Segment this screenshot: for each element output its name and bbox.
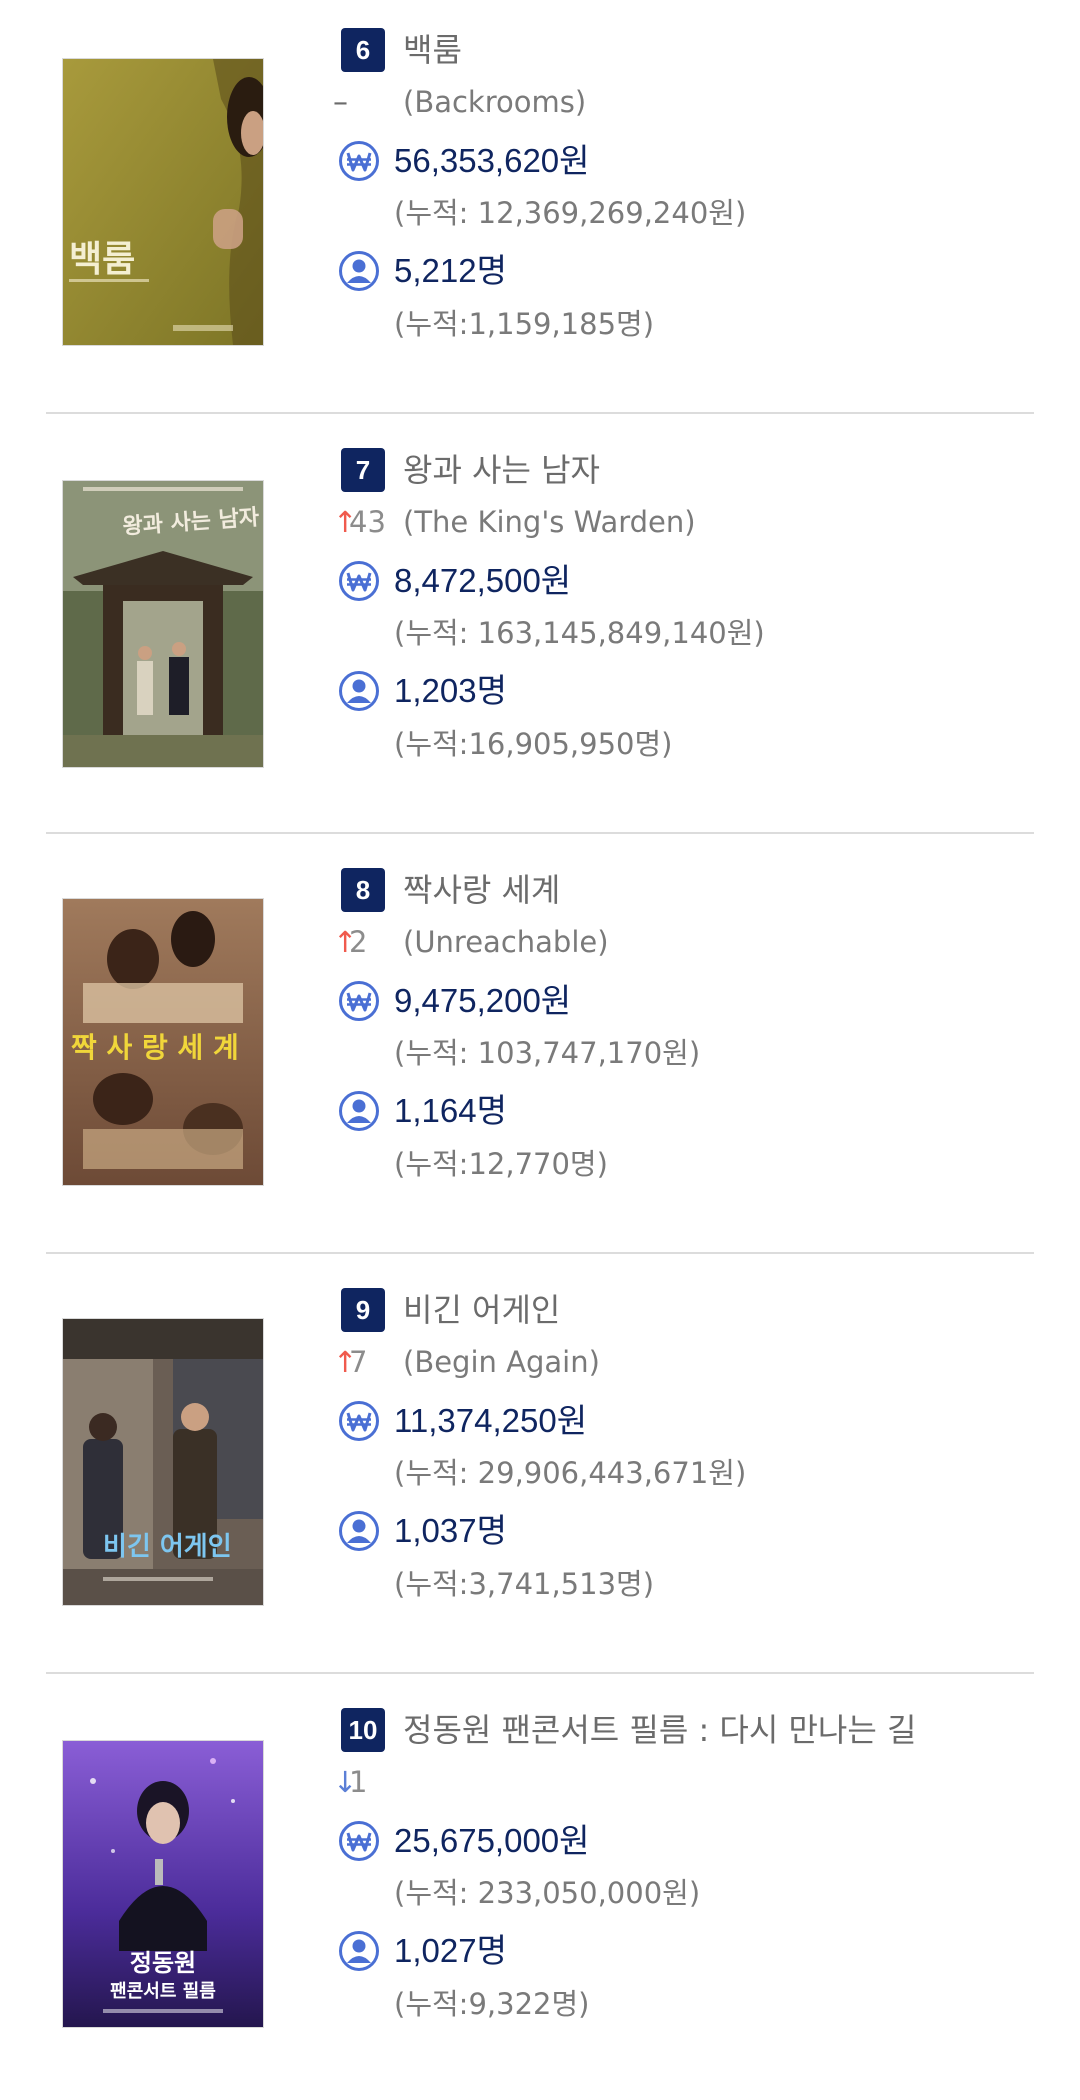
no-change-icon: – — [333, 85, 348, 120]
list-item[interactable]: 왕과 사는 남자 7 왕과 사는 남자 ↑43 (The King's Ward… — [0, 420, 1080, 840]
cumulative-audience: (누적:1,159,185명) — [394, 307, 655, 341]
won-icon — [339, 1821, 379, 1861]
rank-badge: 8 — [341, 868, 385, 912]
poster-title: 정동원 — [130, 1948, 196, 1977]
movie-poster[interactable]: 짝 사 랑 세 계 — [62, 898, 264, 1186]
rank-badge: 10 — [341, 1708, 385, 1752]
daily-audience: 1,027명 — [394, 1932, 507, 1969]
list-item[interactable]: 정동원 팬콘서트 필름 10 정동원 팬콘서트 필름 : 다시 만나는 길 ↓1… — [0, 1680, 1080, 2100]
movie-poster[interactable]: 왕과 사는 남자 — [62, 480, 264, 768]
rank-change-value: 2 — [349, 925, 368, 959]
rank-badge: 9 — [341, 1288, 385, 1332]
divider — [46, 832, 1034, 834]
cumulative-revenue: (누적: 163,145,849,140원) — [394, 616, 765, 650]
arrow-up-icon: ↑ — [333, 1345, 358, 1379]
divider — [46, 1252, 1034, 1254]
arrow-up-icon: ↑ — [333, 925, 358, 959]
movie-title-korean[interactable]: 왕과 사는 남자 — [403, 448, 600, 492]
daily-audience: 1,203명 — [394, 672, 507, 709]
cumulative-revenue: (누적: 233,050,000원) — [394, 1876, 701, 1910]
daily-audience: 1,164명 — [394, 1092, 507, 1129]
rank-change-value: 1 — [349, 1765, 368, 1799]
movie-title-english: (Backrooms) — [403, 85, 587, 119]
movie-title-english: (Begin Again) — [403, 1345, 600, 1379]
divider — [46, 1672, 1034, 1674]
won-icon — [339, 141, 379, 181]
movie-title-korean[interactable]: 비긴 어게인 — [403, 1288, 560, 1332]
daily-revenue: 56,353,620원 — [394, 142, 590, 179]
person-icon — [339, 671, 379, 711]
rank-change: ↑7 — [333, 1342, 403, 1382]
arrow-up-icon: ↑ — [333, 505, 358, 539]
rank-badge: 6 — [341, 28, 385, 72]
list-item[interactable]: 백룸 6 백룸 – (Backrooms) 56,353,620원 (누적: 1… — [0, 0, 1080, 420]
daily-audience: 1,037명 — [394, 1512, 507, 1549]
daily-revenue: 9,475,200원 — [394, 982, 572, 1019]
poster-title: 짝 사 랑 세 계 — [71, 1031, 239, 1064]
poster-title: 비긴 어게인 — [103, 1532, 232, 1562]
cumulative-audience: (누적:16,905,950명) — [394, 727, 673, 761]
list-item[interactable]: 비긴 어게인 9 비긴 어게인 ↑7 (Begin Again) 11,374,… — [0, 1260, 1080, 1680]
rank-change: ↑2 — [333, 922, 403, 962]
won-icon — [339, 1401, 379, 1441]
box-office-list: 백룸 6 백룸 – (Backrooms) 56,353,620원 (누적: 1… — [0, 0, 1080, 2080]
divider — [46, 412, 1034, 414]
person-icon — [339, 1511, 379, 1551]
rank-change-value: 7 — [349, 1345, 368, 1379]
poster-subtitle: 팬콘서트 필름 — [110, 1981, 216, 2002]
cumulative-revenue: (누적: 12,369,269,240원) — [394, 196, 747, 230]
cumulative-audience: (누적:12,770명) — [394, 1147, 608, 1181]
cumulative-audience: (누적:3,741,513명) — [394, 1567, 655, 1601]
movie-title-korean[interactable]: 정동원 팬콘서트 필름 : 다시 만나는 길 — [403, 1708, 916, 1752]
cumulative-revenue: (누적: 29,906,443,671원) — [394, 1456, 747, 1490]
daily-revenue: 8,472,500원 — [394, 562, 572, 599]
person-icon — [339, 1091, 379, 1131]
won-icon — [339, 981, 379, 1021]
arrow-down-icon: ↓ — [333, 1765, 358, 1799]
movie-title-english: (Unreachable) — [403, 925, 609, 959]
rank-change: ↓1 — [333, 1762, 403, 1802]
movie-title-english: (The King's Warden) — [403, 505, 696, 539]
daily-revenue: 11,374,250원 — [394, 1402, 588, 1439]
poster-title: 백룸 — [69, 239, 135, 280]
movie-poster[interactable]: 백룸 — [62, 58, 264, 346]
movie-poster[interactable]: 비긴 어게인 — [62, 1318, 264, 1606]
daily-audience: 5,212명 — [394, 252, 507, 289]
won-icon — [339, 561, 379, 601]
movie-title-korean[interactable]: 백룸 — [403, 28, 462, 72]
list-item[interactable]: 짝 사 랑 세 계 8 짝사랑 세계 ↑2 (Unreachable) 9,47… — [0, 840, 1080, 1260]
movie-title-korean[interactable]: 짝사랑 세계 — [403, 868, 560, 912]
person-icon — [339, 251, 379, 291]
movie-poster[interactable]: 정동원 팬콘서트 필름 — [62, 1740, 264, 2028]
rank-change-value: 43 — [349, 505, 386, 539]
rank-badge: 7 — [341, 448, 385, 492]
rank-change: – — [333, 82, 403, 122]
daily-revenue: 25,675,000원 — [394, 1822, 590, 1859]
person-icon — [339, 1931, 379, 1971]
rank-change: ↑43 — [333, 502, 403, 542]
cumulative-audience: (누적:9,322명) — [394, 1987, 590, 2021]
cumulative-revenue: (누적: 103,747,170원) — [394, 1036, 701, 1070]
